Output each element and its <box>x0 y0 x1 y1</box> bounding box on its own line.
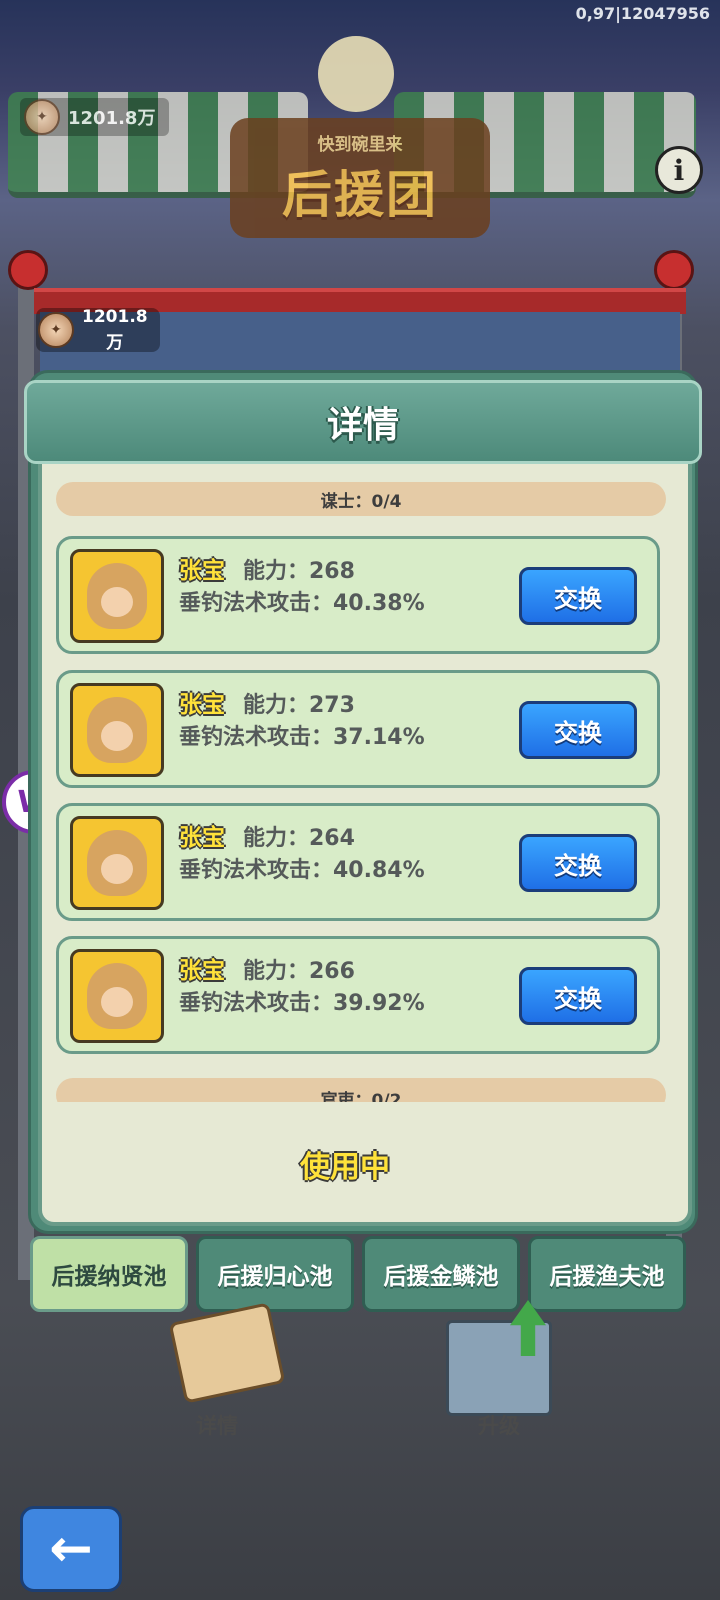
member-name: 张宝 <box>179 825 225 851</box>
portrait-icon <box>87 963 147 1029</box>
member-name: 张宝 <box>179 692 225 718</box>
member-stat: 垂钓法术攻击：40.38% <box>179 591 425 616</box>
coin-icon: ✦ <box>24 99 60 135</box>
member-stat: 垂钓法术攻击：39.92% <box>179 991 425 1016</box>
member-card: 张宝 能力：273 垂钓法术攻击：37.14% 交换 <box>56 670 660 788</box>
dialog-title-bar: 详情 <box>24 380 702 464</box>
tab-loyalty-pool[interactable]: 后援归心池 <box>196 1236 354 1312</box>
member-ability: 能力：273 <box>243 693 355 718</box>
currency-badge: ✦ 1201.8 万 <box>36 307 160 353</box>
section-header-official: 官吏：0/2 <box>56 1078 666 1102</box>
member-stat: 垂钓法术攻击：40.84% <box>179 858 425 883</box>
back-button[interactable]: ← <box>20 1506 122 1592</box>
left-knob <box>8 250 48 290</box>
right-knob <box>654 250 694 290</box>
moon-decoration <box>318 36 394 112</box>
member-avatar <box>70 549 164 643</box>
sign-title: 后援团 <box>282 165 438 224</box>
member-card: 张宝 能力：266 垂钓法术攻击：39.92% 交换 <box>56 936 660 1054</box>
currency-badge-number: 1201.8 <box>82 307 148 327</box>
dialog-title: 详情 <box>326 405 399 446</box>
back-arrow-icon: ← <box>49 1519 93 1579</box>
swap-button[interactable]: 交换 <box>519 701 637 759</box>
currency-badge-unit: 万 <box>106 333 124 353</box>
section-strategist-label: 谋士：0/4 <box>320 491 402 512</box>
currency-badge-value: 1201.8 万 <box>82 304 148 356</box>
member-avatar <box>70 816 164 910</box>
member-ability: 能力：266 <box>243 959 355 984</box>
swap-button[interactable]: 交换 <box>519 834 637 892</box>
portrait-icon <box>87 830 147 896</box>
info-icon: i <box>673 153 685 187</box>
top-currency: ✦ 1201.8万 <box>20 98 170 136</box>
member-name: 张宝 <box>179 558 225 584</box>
member-name: 张宝 <box>179 958 225 984</box>
sign-subtitle: 快到碗里来 <box>317 134 403 155</box>
debug-text: 0,97|12047956 <box>575 4 710 23</box>
section-official-label: 官吏：0/2 <box>320 1091 402 1102</box>
swap-button[interactable]: 交换 <box>519 967 637 1025</box>
details-label: 详情 <box>196 1414 238 1438</box>
tab-fisherman-pool[interactable]: 后援渔夫池 <box>528 1236 686 1312</box>
info-button[interactable]: i <box>655 146 703 194</box>
member-card: 张宝 能力：268 垂钓法术攻击：40.38% 交换 <box>56 536 660 654</box>
top-currency-value: 1201.8万 <box>68 108 156 129</box>
member-ability: 能力：264 <box>243 826 355 851</box>
member-list[interactable]: 谋士：0/4 张宝 能力：268 垂钓法术攻击：40.38% 交换 张宝 能力：… <box>56 480 666 1102</box>
title-sign: 快到碗里来 后援团 <box>230 118 490 238</box>
tab-golden-scale-pool[interactable]: 后援金鳞池 <box>362 1236 520 1312</box>
portrait-icon <box>87 697 147 763</box>
member-card: 张宝 能力：264 垂钓法术攻击：40.84% 交换 <box>56 803 660 921</box>
tab-recruit-pool[interactable]: 后援纳贤池 <box>30 1236 188 1312</box>
member-ability: 能力：268 <box>243 559 355 584</box>
swap-button[interactable]: 交换 <box>519 567 637 625</box>
status-in-use: 使用中 <box>300 1150 390 1185</box>
member-avatar <box>70 949 164 1043</box>
member-avatar <box>70 683 164 777</box>
portrait-icon <box>87 563 147 629</box>
coin-icon: ✦ <box>38 312 74 348</box>
section-header-strategist: 谋士：0/4 <box>56 482 666 516</box>
upgrade-building-icon[interactable] <box>446 1320 552 1416</box>
upgrade-label: 升级 <box>478 1414 520 1438</box>
member-stat: 垂钓法术攻击：37.14% <box>179 725 425 750</box>
